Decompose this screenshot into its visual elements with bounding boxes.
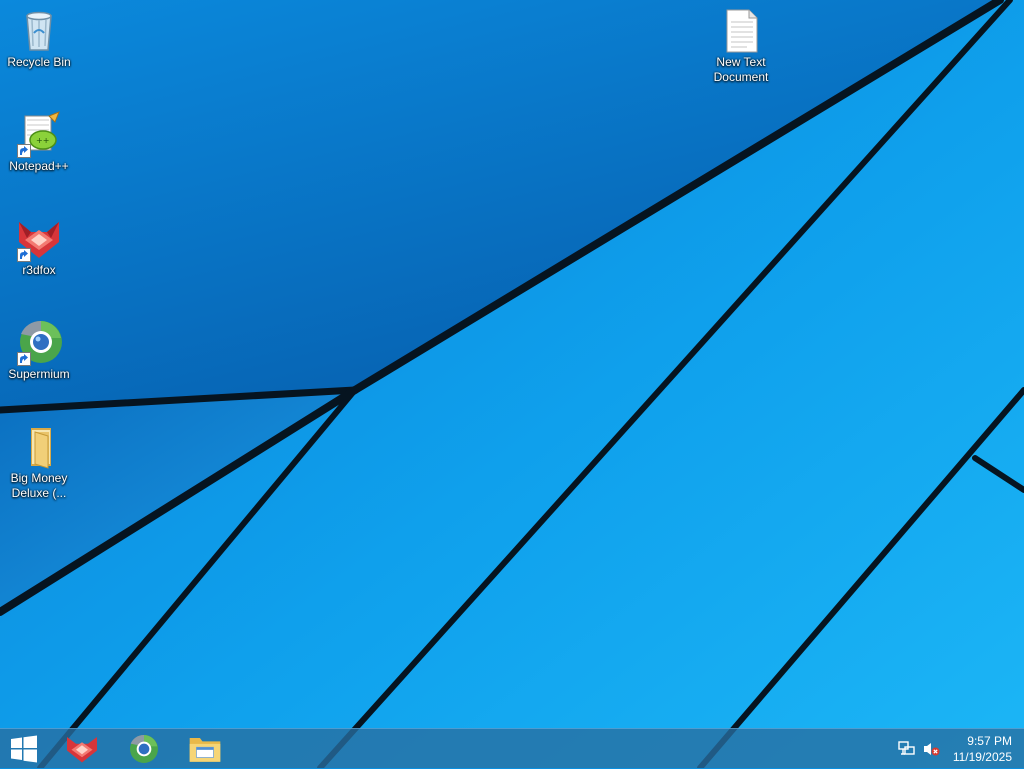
recycle-bin-icon (15, 6, 63, 54)
volume-muted-icon[interactable] (922, 741, 940, 757)
network-icon[interactable] (898, 741, 916, 757)
desktop-icon-label: Supermium (8, 367, 70, 381)
r3dfox-icon (15, 214, 63, 262)
shortcut-arrow-icon (17, 144, 31, 158)
taskbar-pinned-r3dfox[interactable] (54, 729, 110, 769)
shortcut-arrow-icon (17, 248, 31, 262)
shortcut-arrow-icon (17, 352, 31, 366)
start-button[interactable] (0, 729, 48, 769)
desktop-icon-big-money-folder[interactable]: Big Money Deluxe (... (2, 422, 76, 501)
supermium-icon (15, 318, 63, 366)
taskbar: 9:57 PM 11/19/2025 (0, 728, 1024, 768)
desktop-icon-r3dfox[interactable]: r3dfox (2, 214, 76, 278)
taskbar-pinned-supermium[interactable] (116, 729, 172, 769)
taskbar-pinned-file-explorer[interactable] (177, 729, 233, 769)
desktop-icon-label: Big Money Deluxe (... (10, 471, 68, 500)
notepadpp-icon: ++ (15, 110, 63, 158)
svg-text:++: ++ (36, 136, 49, 145)
r3dfox-icon (67, 737, 97, 763)
supermium-icon (130, 734, 158, 763)
desktop-icon-new-text-document[interactable]: New Text Document (704, 6, 778, 85)
file-explorer-icon (189, 737, 221, 762)
desktop-icon-supermium[interactable]: Supermium (2, 318, 76, 382)
desktop-icon-label: Recycle Bin (7, 55, 71, 69)
desktop-icon-label: New Text Document (713, 55, 769, 84)
desktop-wallpaper (0, 0, 1024, 768)
windows-logo-icon (11, 735, 37, 763)
tray-clock-time[interactable]: 9:57 PM (967, 734, 1012, 748)
tray-clock-date[interactable]: 11/19/2025 (953, 750, 1012, 764)
desktop-icon-label: r3dfox (22, 263, 56, 277)
desktop-icon-recycle-bin[interactable]: Recycle Bin (2, 6, 76, 70)
desktop-icon-label: Notepad++ (9, 159, 69, 173)
folder-icon (15, 422, 63, 470)
desktop-icon-notepadpp[interactable]: ++ Notepad++ (2, 110, 76, 174)
text-document-icon (717, 6, 765, 54)
